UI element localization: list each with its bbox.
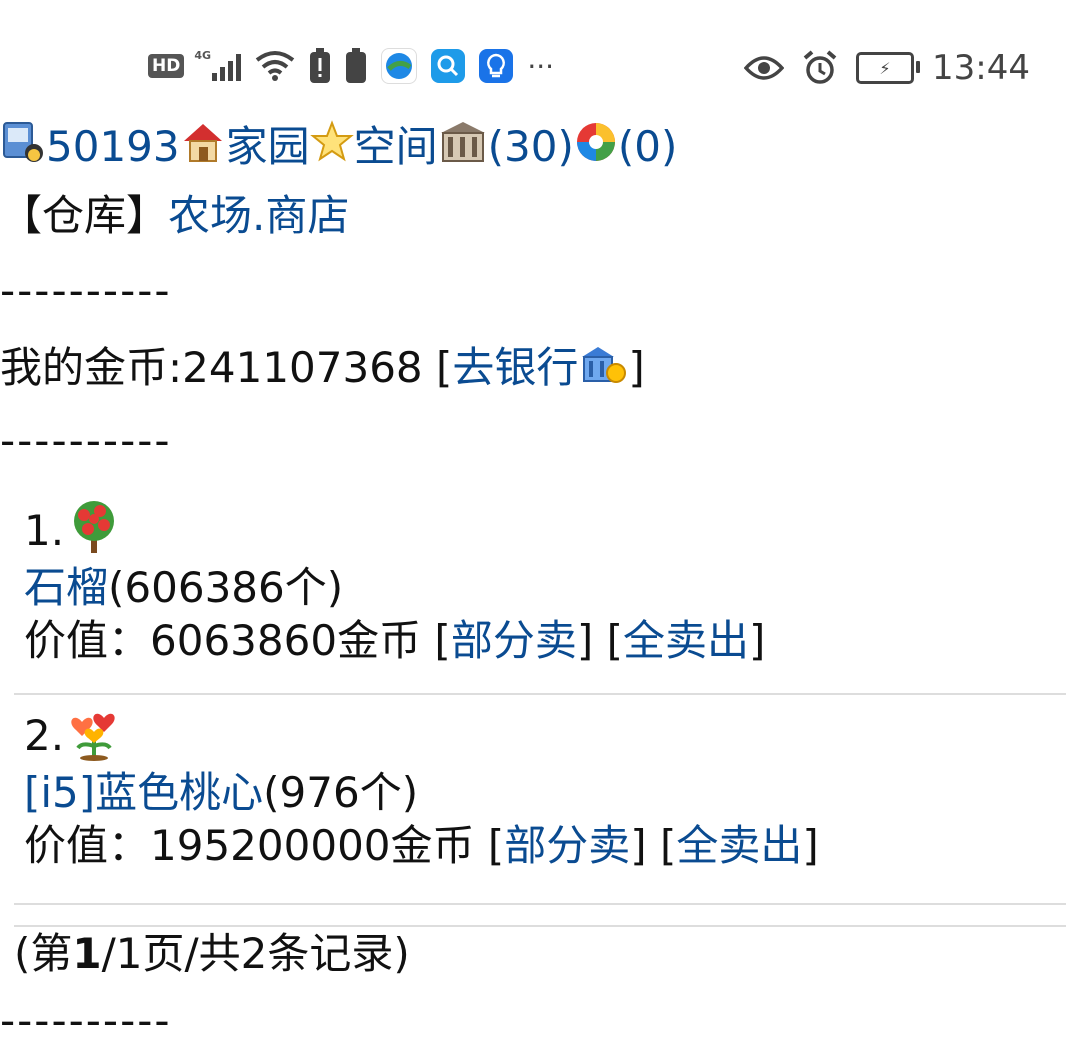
star-icon: [309, 119, 354, 175]
house-icon: [180, 119, 226, 176]
item-name-link[interactable]: 石榴: [24, 563, 108, 612]
item-separator: [14, 693, 1066, 695]
wifi-icon: [255, 50, 295, 82]
clock: 13:44: [932, 48, 1030, 88]
alarm-icon: [802, 50, 838, 86]
more-icon: ···: [527, 49, 555, 83]
battery-icon: [345, 48, 367, 84]
item-count: (606386个): [108, 563, 344, 612]
pager-prefix: (第: [14, 929, 73, 978]
user-id-link[interactable]: 50193: [46, 121, 180, 174]
gold-amount: 241107368: [182, 343, 423, 392]
bulb-app-icon: [479, 49, 514, 83]
aperture-count-link[interactable]: (0): [618, 121, 678, 174]
item-name-row: 石榴(606386个): [24, 562, 765, 615]
item-value-row: 价值：195200000金币 [部分卖] [全卖出]: [24, 820, 819, 870]
current-section-label: 【仓库】: [0, 191, 169, 240]
pager-current: 1: [72, 929, 102, 978]
battery-charging-icon: ⚡: [856, 52, 921, 84]
building-icon: [438, 119, 488, 176]
divider: ----------: [0, 416, 172, 465]
list-item: 1. 石榴(606386个) 价值：6063860金币 [部分卖] [全卖出]: [24, 500, 765, 667]
list-item: 2. [i5]蓝色桃心(976个) 价值：195200000金币 [部分卖] […: [24, 705, 819, 872]
nav-dot: .: [252, 191, 266, 240]
item-name-link[interactable]: [i5]蓝色桃心: [24, 768, 263, 817]
sell-part-link[interactable]: 部分卖: [504, 821, 630, 870]
pomegranate-tree-icon: [64, 497, 124, 565]
aperture-icon: [574, 120, 618, 175]
home-link[interactable]: 家园: [226, 121, 310, 174]
value-label: 价值：: [24, 820, 151, 870]
search-app-icon: [431, 49, 466, 83]
item-index: 1.: [24, 505, 65, 555]
pager-separator: [14, 925, 1066, 927]
farm-link[interactable]: 农场: [168, 191, 252, 240]
browser-icon: [381, 48, 418, 84]
bracket-open: [: [422, 343, 453, 392]
shop-link[interactable]: 商店: [265, 191, 349, 240]
status-left: HD 4G ···: [148, 48, 554, 84]
bracket-close: ]: [628, 343, 645, 392]
user-header: 50193 家园 空间 (30) (0): [0, 112, 677, 182]
hd-icon: HD: [148, 54, 185, 78]
signal-icon: 4G: [194, 49, 242, 81]
bank-coin-icon: [578, 343, 628, 398]
network-type-label: 4G: [194, 49, 212, 62]
eye-icon: [744, 54, 785, 82]
item-value: 6063860金币: [150, 615, 422, 665]
pager: (第1/1页/共2条记录): [14, 928, 410, 981]
status-bar: HD 4G ··· ⚡ 13:44: [0, 0, 1080, 130]
bank-link[interactable]: 去银行: [452, 343, 578, 392]
item-value-row: 价值：6063860金币 [部分卖] [全卖出]: [24, 615, 766, 665]
phone-user-icon: [0, 119, 46, 176]
item-index-row: 1.: [24, 500, 765, 562]
divider: ----------: [0, 996, 172, 1045]
item-name-row: [i5]蓝色桃心(976个): [24, 767, 819, 820]
gold-label: 我的金币:: [0, 343, 183, 392]
gold-line: 我的金币:241107368 [去银行 ]: [0, 342, 645, 398]
sell-all-link[interactable]: 全卖出: [676, 821, 802, 870]
nav-line: 【仓库】农场.商店: [0, 190, 349, 243]
space-link[interactable]: 空间: [354, 121, 438, 174]
item-value: 195200000金币: [150, 820, 475, 870]
pager-suffix: /1页/共2条记录): [101, 929, 410, 978]
heart-flower-icon: [64, 702, 124, 770]
divider: ----------: [0, 266, 172, 315]
item-count: (976个): [263, 768, 419, 817]
status-right: ⚡ 13:44: [744, 48, 1030, 88]
value-label: 价值：: [24, 615, 151, 665]
battery-alert-icon: [309, 48, 331, 84]
item-index-row: 2.: [24, 705, 819, 767]
item-separator: [14, 903, 1066, 905]
sell-all-link[interactable]: 全卖出: [623, 616, 749, 665]
item-index: 2.: [24, 710, 65, 760]
building-count-link[interactable]: (30): [488, 121, 574, 174]
sell-part-link[interactable]: 部分卖: [451, 616, 577, 665]
